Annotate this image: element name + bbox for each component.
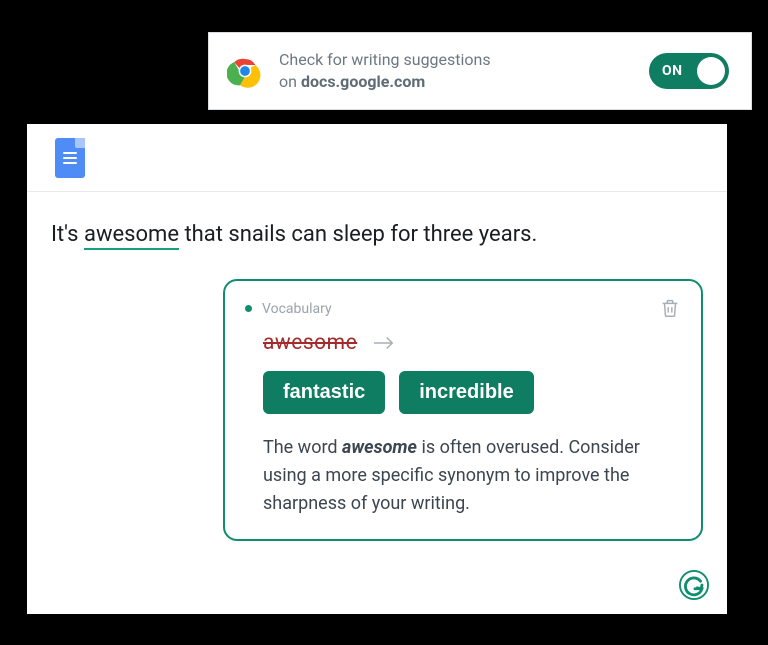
explain-word: awesome — [342, 437, 417, 458]
extension-domain: docs.google.com — [301, 72, 425, 91]
highlighted-word[interactable]: awesome — [84, 222, 179, 250]
google-docs-icon — [55, 138, 85, 178]
document-body: It's awesome that snails can sleep for t… — [27, 192, 727, 541]
toggle-knob — [697, 57, 725, 85]
replacement-chip[interactable]: incredible — [399, 371, 533, 414]
suggestions-toggle[interactable]: ON — [649, 53, 729, 89]
extension-text: Check for writing suggestions on docs.go… — [279, 49, 633, 92]
grammarly-badge-icon[interactable] — [679, 570, 709, 600]
sentence-after: that snails can sleep for three years. — [179, 222, 537, 247]
document-header — [27, 124, 727, 192]
striked-word: awesome — [263, 331, 357, 355]
replacement-chip[interactable]: fantastic — [263, 371, 385, 414]
suggestion-category: Vocabulary — [262, 301, 332, 317]
dismiss-icon[interactable] — [659, 297, 681, 319]
arrow-right-icon — [373, 336, 395, 350]
replacements: fantastic incredible — [263, 371, 675, 414]
toggle-label: ON — [662, 63, 683, 79]
suggestion-explanation: The word awesome is often overused. Cons… — [263, 434, 673, 518]
extension-bar: Check for writing suggestions on docs.go… — [208, 32, 752, 110]
card-top: Vocabulary — [245, 301, 675, 317]
strike-row: awesome — [263, 331, 675, 355]
document-panel: It's awesome that snails can sleep for t… — [27, 124, 727, 614]
suggestion-card: Vocabulary awesome fantastic incredible … — [223, 279, 703, 542]
sentence-before: It's — [51, 222, 84, 247]
extension-line1: Check for writing suggestions — [279, 50, 491, 69]
extension-line2-prefix: on — [279, 72, 301, 91]
chrome-icon — [227, 53, 263, 89]
category-dot-icon — [245, 305, 252, 312]
explain-pre: The word — [263, 437, 342, 458]
sentence[interactable]: It's awesome that snails can sleep for t… — [43, 220, 711, 251]
